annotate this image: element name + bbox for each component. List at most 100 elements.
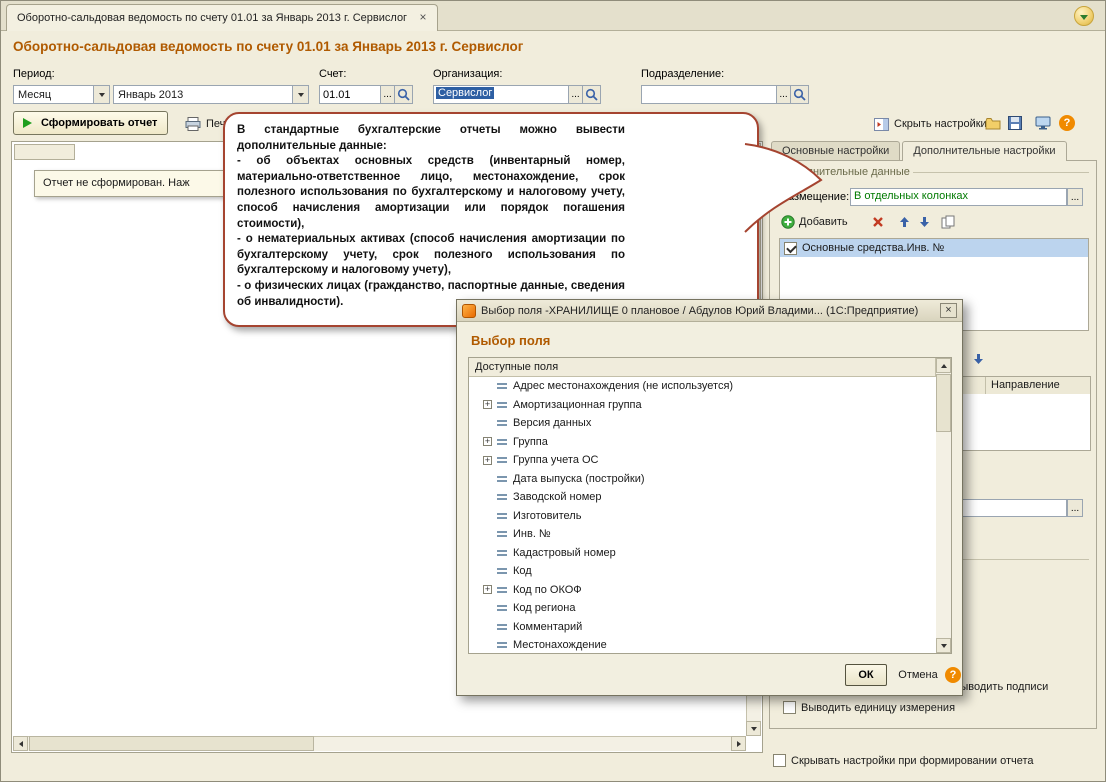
hide-settings-on-generate-label: Скрывать настройки при формировании отче…	[791, 754, 1034, 767]
signatures-checkbox-label: Выводить подписи	[953, 680, 1049, 693]
monitor-icon	[1035, 116, 1051, 130]
expand-icon[interactable]: +	[483, 437, 492, 447]
fields-scrollbar[interactable]	[936, 358, 951, 653]
report-tab[interactable]: Оборотно-сальдовая ведомость по счету 01…	[6, 4, 438, 31]
search-icon	[397, 88, 410, 101]
arrow-down-icon	[919, 216, 929, 227]
field-tree-item[interactable]: + Группа учета ОС	[469, 451, 936, 470]
move-down-button[interactable]	[915, 213, 933, 230]
arrow-left-icon	[18, 740, 23, 747]
field-tree-item[interactable]: Версия данных	[469, 414, 936, 433]
period-mode-select[interactable]: Месяц	[13, 85, 110, 104]
placement-select[interactable]: В отдельных колонках	[850, 188, 1067, 206]
question-icon: ?	[1059, 115, 1075, 131]
field-tree-item[interactable]: + Код по ОКОФ	[469, 581, 936, 600]
direction-column-header: Направление	[991, 379, 1060, 391]
hide-settings-on-generate-row[interactable]: Скрывать настройки при формировании отче…	[773, 754, 1034, 767]
help-button[interactable]: ?	[1057, 113, 1077, 133]
field-icon	[496, 437, 508, 447]
field-tree-item[interactable]: Код	[469, 562, 936, 581]
period-value-dropdown-button[interactable]	[292, 86, 308, 103]
scroll-down-button[interactable]	[936, 638, 951, 653]
additional-field-checkbox[interactable]	[784, 241, 797, 255]
scroll-left-button[interactable]	[13, 736, 28, 751]
field-tree-item[interactable]: Местонахождение	[469, 636, 936, 653]
arrow-down-icon	[940, 643, 947, 648]
period-mode-dropdown-button[interactable]	[93, 86, 109, 103]
additional-field-row[interactable]: Основные средства.Инв. №	[780, 239, 1088, 257]
account-input[interactable]	[319, 85, 381, 104]
field-tree-item[interactable]: Инв. №	[469, 525, 936, 544]
field-label: Изготовитель	[513, 509, 582, 522]
field-tree-item[interactable]: Изготовитель	[469, 507, 936, 526]
hide-settings-button[interactable]: Скрыть настройки	[874, 115, 987, 133]
field-label: Код	[513, 565, 532, 578]
account-picker-button[interactable]: ...	[380, 85, 395, 104]
organization-input[interactable]: Сервислог	[433, 85, 569, 104]
field-tree-item[interactable]: Дата выпуска (постройки)	[469, 470, 936, 489]
hide-settings-on-generate-checkbox[interactable]	[773, 754, 786, 767]
generate-report-button[interactable]: Сформировать отчет	[13, 111, 169, 135]
unit-checkbox-label: Выводить единицу измерения	[801, 701, 956, 714]
copy-icon	[941, 215, 955, 228]
load-settings-button[interactable]	[983, 113, 1003, 133]
additional-field-label: Основные средства.Инв. №	[802, 242, 945, 254]
scroll-thumb[interactable]	[29, 736, 314, 751]
unit-checkbox-row[interactable]: Выводить единицу измерения	[783, 701, 955, 714]
organization-value: Сервислог	[436, 87, 495, 99]
department-input[interactable]	[641, 85, 777, 104]
field-tree-item[interactable]: Комментарий	[469, 618, 936, 637]
scroll-down-button[interactable]	[746, 721, 761, 736]
account-search-button[interactable]	[394, 85, 413, 104]
field-icon	[496, 511, 508, 521]
arrow-down-icon	[973, 353, 983, 364]
field-icon	[496, 585, 508, 595]
field-tree-item[interactable]: + Группа	[469, 433, 936, 452]
service-menu-button[interactable]	[1074, 6, 1094, 26]
search-icon	[585, 88, 598, 101]
expand-icon[interactable]: +	[483, 585, 492, 595]
report-variants-button[interactable]	[1033, 113, 1053, 133]
field-tree-item[interactable]: Код региона	[469, 599, 936, 618]
arrow-down-icon	[750, 726, 757, 731]
scroll-thumb[interactable]	[936, 374, 951, 432]
expand-icon[interactable]: +	[483, 400, 492, 410]
period-mode-value: Месяц	[18, 88, 52, 101]
arrow-right-icon	[736, 740, 741, 747]
field-icon	[496, 418, 508, 428]
placement-picker-button[interactable]: ...	[1067, 188, 1083, 206]
period-value-select[interactable]: Январь 2013	[113, 85, 309, 104]
field-label: Кадастровый номер	[513, 546, 616, 559]
copy-field-button[interactable]	[939, 213, 957, 230]
field-tree-item[interactable]: Адрес местонахождения (не используется)	[469, 377, 936, 396]
move-up-button[interactable]	[895, 213, 913, 230]
filter-picker-button[interactable]: ...	[1067, 499, 1083, 517]
field-icon	[496, 474, 508, 484]
period-value: Январь 2013	[118, 88, 184, 101]
field-tree-item[interactable]: Заводской номер	[469, 488, 936, 507]
department-search-button[interactable]	[790, 85, 809, 104]
printer-icon	[185, 117, 201, 131]
ok-button[interactable]: ОК	[845, 664, 887, 686]
cancel-button[interactable]: Отмена	[895, 664, 941, 686]
field-tree-item[interactable]: + Амортизационная группа	[469, 396, 936, 415]
tab-additional-settings[interactable]: Дополнительные настройки	[902, 141, 1067, 161]
report-horizontal-scrollbar[interactable]	[13, 736, 746, 751]
scroll-right-button[interactable]	[731, 736, 746, 751]
dialog-help-button[interactable]: ?	[945, 667, 961, 683]
field-icon	[496, 400, 508, 410]
organization-picker-button[interactable]: ...	[568, 85, 583, 104]
field-tree-item[interactable]: Кадастровый номер	[469, 544, 936, 563]
field-label: Версия данных	[513, 417, 592, 430]
tab-close-icon[interactable]: ×	[416, 11, 430, 25]
department-picker-button[interactable]: ...	[776, 85, 791, 104]
expand-icon[interactable]: +	[483, 455, 492, 465]
delete-field-button[interactable]	[869, 213, 887, 230]
organization-search-button[interactable]	[582, 85, 601, 104]
dialog-close-button[interactable]: ×	[940, 303, 957, 318]
save-settings-button[interactable]	[1005, 113, 1025, 133]
sort-down-button[interactable]	[969, 350, 987, 367]
field-icon	[496, 566, 508, 576]
scroll-up-button[interactable]	[936, 358, 951, 373]
unit-checkbox[interactable]	[783, 701, 796, 714]
